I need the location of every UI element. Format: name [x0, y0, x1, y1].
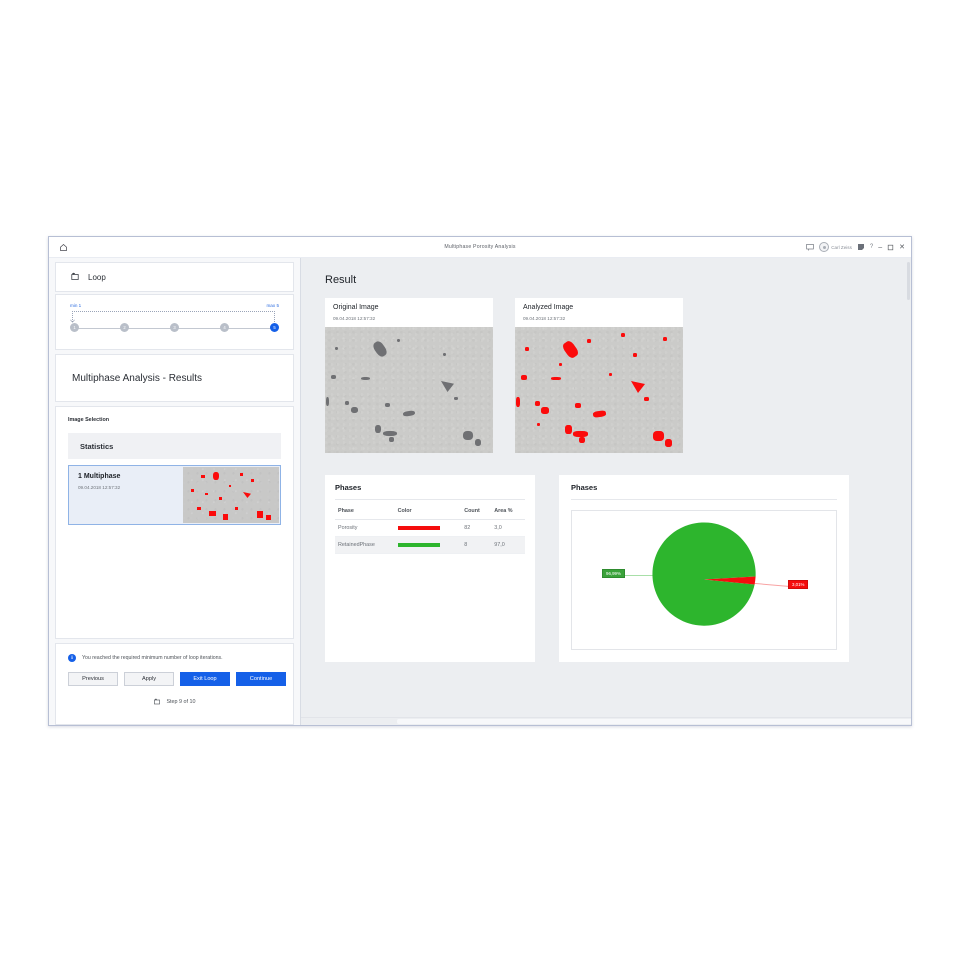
window-title: Multiphase Porosity Analysis — [444, 244, 516, 250]
step-footer: Step 9 of 10 — [68, 686, 281, 716]
avatar — [819, 242, 830, 252]
phases-table: Phase Color Count Area % Porosity 82 3,0… — [335, 504, 525, 554]
note-icon[interactable] — [857, 243, 865, 251]
pie-label-retainedphase: 96,99% — [602, 569, 625, 579]
pie-chart-frame: 96,99% 3,01% — [571, 510, 837, 650]
maximize-button[interactable] — [887, 244, 894, 251]
cell-area: 3,0 — [491, 519, 525, 537]
loop-header: Loop — [55, 262, 294, 292]
button-row: Previous Apply Exit Loop Continue — [68, 672, 286, 686]
application-window: Multiphase Porosity Analysis Carl Zeiss — [48, 236, 912, 726]
color-swatch-retainedphase — [397, 543, 440, 547]
vertical-scrollbar[interactable] — [906, 258, 911, 718]
loop-icon — [70, 272, 80, 282]
user-name: Carl Zeiss — [831, 244, 852, 250]
list-item[interactable]: 1 Multiphase 09.04.2018 12:57:32 — [68, 465, 281, 525]
stepper-min-label: min 1 — [70, 303, 82, 308]
phases-table-panel: Phases Phase Color Count Area % Porosity… — [325, 475, 535, 662]
original-image-preview[interactable] — [325, 327, 493, 453]
list-item-thumbnail — [183, 467, 279, 523]
horizontal-scrollbar[interactable] — [301, 717, 911, 725]
title-bar: Multiphase Porosity Analysis Carl Zeiss — [49, 237, 911, 258]
list-item-date: 09.04.2018 12:57:32 — [78, 485, 121, 490]
step-dot-4[interactable]: 4 — [220, 323, 229, 332]
comment-icon[interactable] — [806, 243, 814, 251]
cell-area: 97,0 — [491, 536, 525, 554]
column-count: Count — [461, 504, 492, 520]
vertical-scrollbar-thumb[interactable] — [907, 262, 910, 300]
image-selection-panel: Image Selection Statistics 1 Multiphase … — [55, 406, 294, 639]
analyzed-image-title: Analyzed Image — [523, 304, 574, 311]
loop-stepper: min 1 max 5 1 2 3 4 5 — [55, 294, 294, 350]
main-content: Result Original Image 09.04.2018 12:57:3… — [301, 258, 911, 725]
info-icon: i — [68, 654, 76, 662]
analyzed-image-preview[interactable] — [515, 327, 683, 453]
cell-phase: RetainedPhase — [335, 536, 395, 554]
statistics-label: Statistics — [80, 441, 114, 451]
info-message-row: i You reached the required minimum numbe… — [68, 654, 281, 662]
cell-color — [394, 519, 462, 537]
page-title: Result — [325, 274, 357, 286]
stepper-steps: 1 2 3 4 5 — [70, 323, 279, 332]
step-dot-1[interactable]: 1 — [70, 323, 79, 332]
table-header-row: Phase Color Count Area % — [335, 504, 525, 520]
table-row[interactable]: Porosity 82 3,0 — [335, 519, 525, 537]
screen-canvas: Multiphase Porosity Analysis Carl Zeiss — [0, 0, 960, 960]
cell-color — [394, 536, 462, 554]
pie-label-porosity: 3,01% — [788, 580, 809, 590]
analyzed-image-date: 09.04.2018 12:57:32 — [523, 316, 566, 321]
loop-title: Loop — [88, 272, 106, 282]
minimize-button[interactable]: – — [878, 244, 882, 251]
info-message: You reached the required minimum number … — [82, 655, 223, 661]
original-image-title: Original Image — [333, 304, 379, 311]
close-button[interactable]: ✕ — [899, 244, 905, 251]
statistics-header[interactable]: Statistics — [68, 433, 281, 459]
user-account[interactable]: Carl Zeiss — [819, 242, 852, 252]
analyzed-image-header: Analyzed Image 09.04.2018 12:57:32 — [515, 298, 683, 327]
original-image-card: Original Image 09.04.2018 12:57:32 — [325, 298, 493, 453]
stepper-max-label: max 5 — [266, 303, 279, 308]
list-item-text: 1 Multiphase 09.04.2018 12:57:32 — [69, 466, 183, 524]
exit-loop-button[interactable]: Exit Loop — [180, 672, 230, 686]
color-swatch-porosity — [397, 526, 440, 530]
home-icon[interactable] — [55, 239, 71, 255]
column-area: Area % — [491, 504, 525, 520]
step-dot-3[interactable]: 3 — [170, 323, 179, 332]
column-color: Color — [394, 504, 462, 520]
phases-chart-title: Phases — [571, 483, 598, 492]
column-phase: Phase — [335, 504, 395, 520]
original-image-date: 09.04.2018 12:57:32 — [333, 316, 376, 321]
lower-panels-row: Phases Phase Color Count Area % Porosity… — [325, 475, 911, 662]
stepper-range-labels: min 1 max 5 — [70, 303, 279, 308]
loop-icon — [153, 698, 161, 706]
table-row[interactable]: RetainedPhase 8 97,0 — [335, 536, 525, 554]
previous-button[interactable]: Previous — [68, 672, 118, 686]
analysis-header: Multiphase Analysis - Results — [55, 354, 294, 402]
horizontal-scrollbar-thumb[interactable] — [397, 719, 911, 724]
cell-phase: Porosity — [335, 519, 395, 537]
list-item-title: 1 Multiphase — [78, 473, 121, 480]
image-cards-row: Original Image 09.04.2018 12:57:32 Analy… — [325, 298, 911, 453]
phases-table-title: Phases — [335, 483, 362, 492]
original-image-header: Original Image 09.04.2018 12:57:32 — [325, 298, 493, 327]
cell-count: 8 — [461, 536, 492, 554]
analyzed-image-card: Analyzed Image 09.04.2018 12:57:32 — [515, 298, 683, 453]
help-icon[interactable]: ? — [870, 244, 873, 250]
step-indicator-label: Step 9 of 10 — [166, 699, 196, 705]
image-selection-label: Image Selection — [68, 417, 110, 423]
apply-button[interactable]: Apply — [124, 672, 174, 686]
step-dot-2[interactable]: 2 — [120, 323, 129, 332]
sidebar: Loop min 1 max 5 1 2 3 4 5 Multiphase An… — [49, 258, 301, 725]
analysis-title: Multiphase Analysis - Results — [72, 372, 203, 384]
phases-chart-panel: Phases 96,99% 3,01% — [559, 475, 849, 662]
step-dot-5[interactable]: 5 — [270, 323, 279, 332]
loop-actions-panel: i You reached the required minimum numbe… — [55, 643, 294, 725]
titlebar-controls: Carl Zeiss ? – ✕ — [806, 242, 905, 252]
window-body: Loop min 1 max 5 1 2 3 4 5 Multiphase An… — [49, 258, 911, 725]
cell-count: 82 — [461, 519, 492, 537]
continue-button[interactable]: Continue — [236, 672, 286, 686]
